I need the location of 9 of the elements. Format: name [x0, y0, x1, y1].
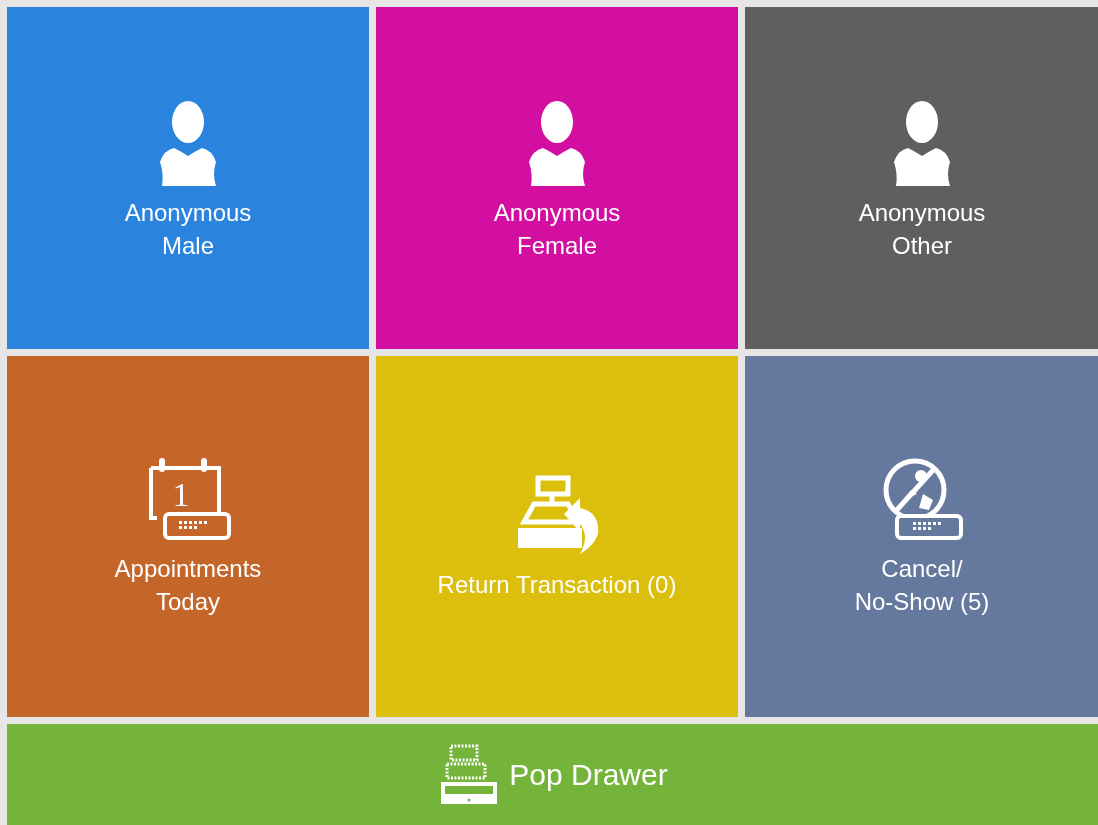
- pop-drawer-button[interactable]: Pop Drawer: [7, 724, 1098, 825]
- tile-button[interactable]: Anonymous Other: [745, 7, 1098, 349]
- person-icon: [527, 100, 587, 186]
- tile-button[interactable]: Anonymous Female: [376, 7, 738, 349]
- person-icon: [158, 100, 218, 186]
- person-icon: [892, 100, 952, 186]
- tile-button[interactable]: Cancel/ No-Show (5): [745, 356, 1098, 717]
- tile-button[interactable]: Anonymous Male: [7, 7, 369, 349]
- tile-button[interactable]: 1 Appointments Today: [7, 356, 369, 717]
